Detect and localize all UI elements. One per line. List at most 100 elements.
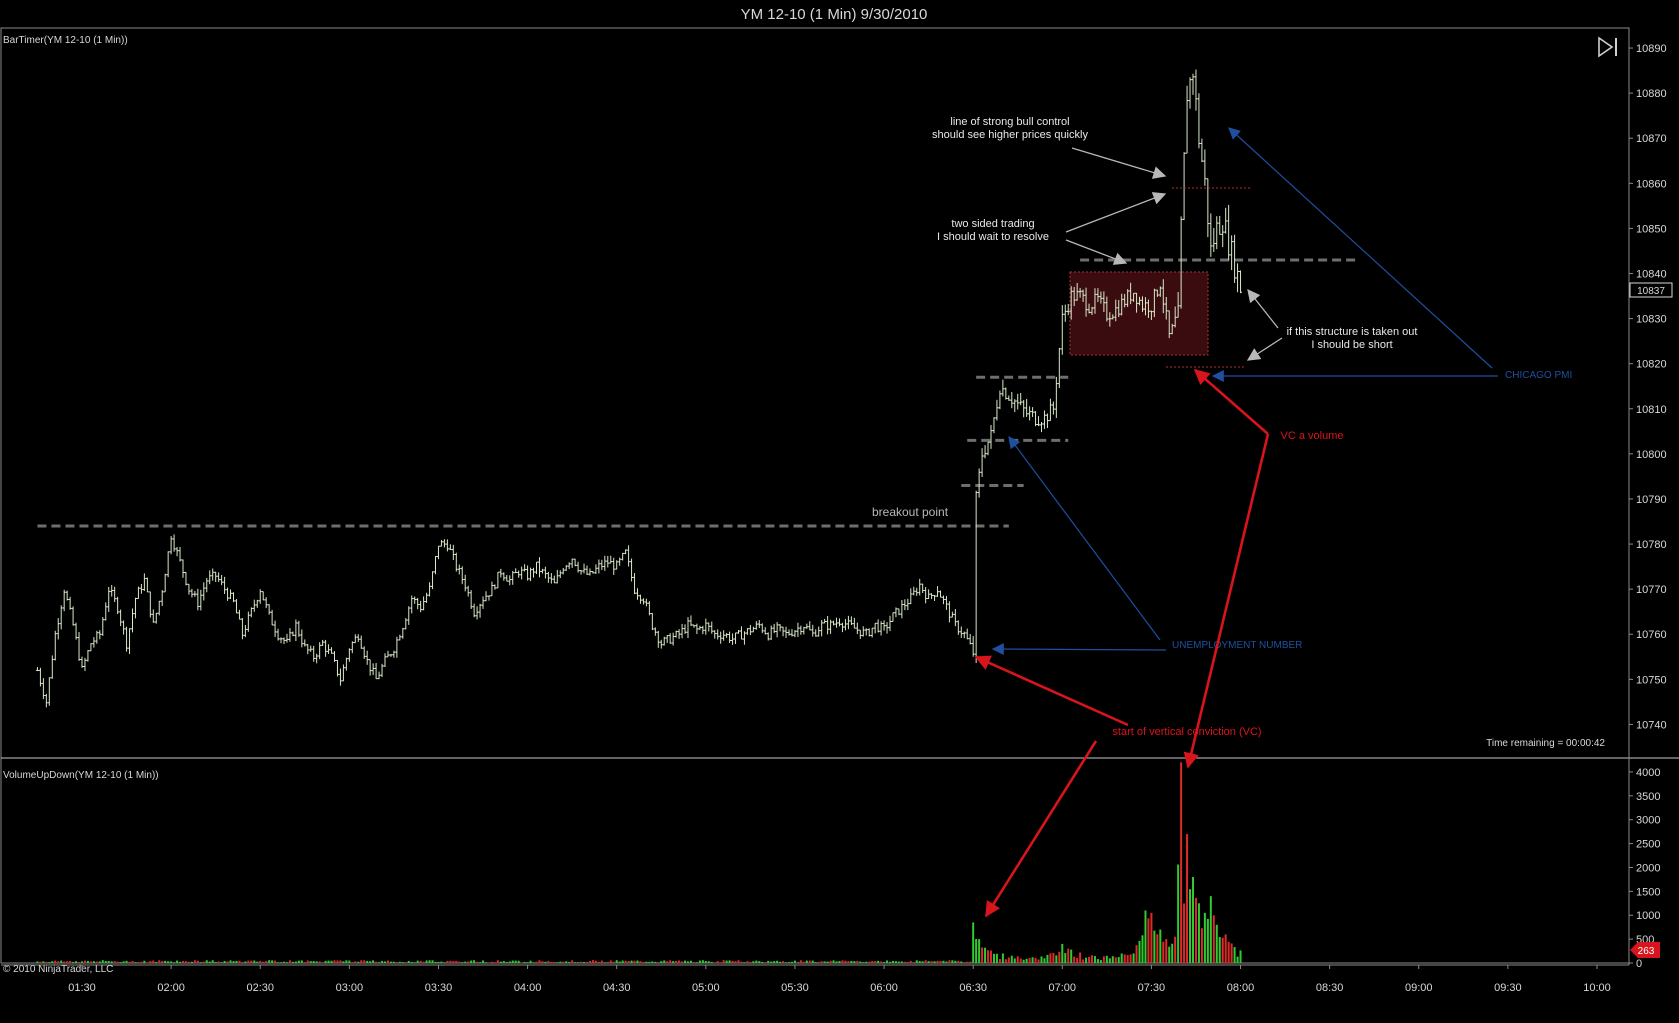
price-bar (484, 591, 488, 602)
volume-bar (874, 961, 877, 963)
volume-bar (253, 960, 256, 963)
price-bar (843, 619, 847, 631)
price-bar (1206, 178, 1210, 238)
volume-bar (719, 962, 722, 964)
price-bar (585, 565, 589, 575)
volume-bar (514, 960, 517, 963)
price-bar (638, 594, 642, 604)
price-bar (918, 578, 922, 596)
volume-bar (375, 961, 378, 963)
volume-bar (853, 961, 856, 963)
volume-bar (805, 960, 808, 963)
volume-bar (140, 961, 143, 963)
volume-bar (199, 962, 202, 964)
price-bar (217, 572, 221, 582)
price-bar (680, 623, 684, 639)
volume-bar (262, 961, 265, 963)
price-bar (710, 621, 714, 634)
time-x-axis: 01:30 02:00 02:30 03:00 03:30 04:00 04:30 05:00… (68, 965, 1611, 994)
price-bar (873, 622, 877, 634)
price-bar (371, 663, 375, 676)
volume-bar (434, 961, 437, 963)
price-bar (900, 600, 904, 619)
volume-bar (300, 960, 303, 963)
volume-bar (562, 961, 565, 963)
price-bar (50, 655, 54, 679)
price-bar (1019, 392, 1023, 406)
volume-bar (1070, 949, 1073, 963)
volume-bar (957, 960, 960, 963)
price-bar (1227, 204, 1231, 261)
volume-bar (1079, 952, 1082, 963)
volume-bar (404, 962, 407, 964)
volume-bar (155, 962, 158, 964)
short-note-line1: if this structure is taken out (1287, 326, 1418, 338)
price-bar (89, 643, 93, 652)
price-bar (745, 628, 749, 635)
volume-panel (0, 757, 1630, 964)
skip-to-end-button[interactable] (1596, 36, 1620, 58)
volume-bar (437, 961, 440, 963)
price-bar (624, 549, 628, 555)
volume-bar (764, 962, 767, 964)
volume-bar (36, 961, 39, 963)
price-bar (980, 448, 984, 478)
price-bar (861, 626, 865, 637)
volume-bar (1203, 912, 1206, 963)
volume-bar (681, 961, 684, 963)
volume-bar (315, 961, 318, 963)
volume-bar (883, 962, 886, 964)
volume-bar (660, 961, 663, 963)
price-bar (728, 631, 732, 643)
volume-bar (51, 961, 54, 963)
volume-bar (487, 962, 490, 964)
price-bar (92, 637, 96, 648)
price-bar (148, 591, 152, 618)
price-bar (992, 417, 996, 434)
price-bar (181, 559, 185, 578)
volume-bar (146, 962, 149, 964)
volume-bar (903, 961, 906, 963)
price-bar (125, 626, 129, 652)
price-bar (128, 628, 132, 655)
time-x-tick-label: 08:30 (1316, 982, 1344, 994)
volume-bar (951, 960, 954, 963)
volume-bar (161, 960, 164, 963)
price-bar (1004, 387, 1008, 400)
price-bar (921, 583, 925, 593)
volume-bar (238, 960, 241, 963)
price-bar (1182, 152, 1186, 220)
price-bar (1025, 398, 1029, 417)
volume-bar (826, 961, 829, 963)
price-bar (924, 587, 928, 604)
price-bar (716, 629, 720, 640)
volume-bar (490, 961, 493, 963)
price-bar (840, 622, 844, 633)
time-x-tick-label: 10:00 (1583, 982, 1611, 994)
volume-bar (1233, 947, 1236, 963)
last-price-value: 10837 (1637, 286, 1665, 297)
price-bar (600, 559, 604, 570)
price-bar (359, 635, 363, 649)
volume-bar (428, 960, 431, 963)
price-bar (431, 571, 435, 590)
price-bar (291, 631, 295, 637)
price-bar (131, 608, 134, 633)
price-bar (849, 616, 853, 626)
volume-bar (773, 961, 776, 963)
price-y-tick-label: 10840 (1636, 269, 1667, 281)
volume-bar (321, 962, 324, 964)
volume-bar (746, 961, 749, 963)
volume-bar (1007, 957, 1010, 963)
volume-bar (1156, 934, 1159, 963)
price-bar (425, 592, 429, 603)
volume-bar (906, 961, 909, 963)
price-bar (333, 651, 336, 662)
volume-bar (535, 961, 538, 963)
price-bar (998, 390, 1002, 410)
price-bar (145, 577, 149, 593)
volume-bar (1040, 956, 1043, 963)
price-bar (609, 555, 613, 564)
price-bar (829, 619, 833, 634)
volume-bar (1138, 940, 1141, 963)
